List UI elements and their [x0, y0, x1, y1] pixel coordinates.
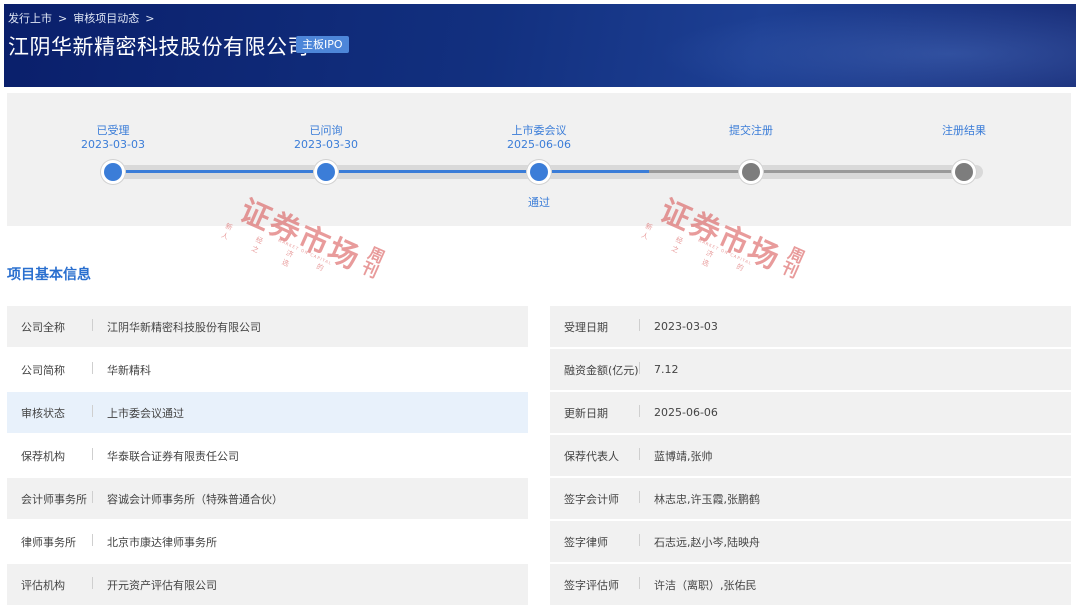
info-value: 林志忠,许玉霞,张鹏鹤	[654, 492, 760, 506]
info-row-sponsor: 保荐机构 华泰联合证券有限责任公司	[7, 435, 528, 476]
info-key: 保荐代表人	[550, 447, 640, 464]
info-value: 蓝博靖,张帅	[654, 449, 713, 463]
info-key: 受理日期	[550, 318, 640, 335]
info-row-financing-amount: 融资金额(亿元) 7.12	[550, 349, 1071, 390]
step-done-icon	[317, 163, 335, 181]
step-date-accepted: 2023-03-03	[81, 138, 145, 151]
info-value: 2025-06-06	[654, 406, 718, 419]
info-key: 签字会计师	[550, 490, 640, 507]
page-header: 发行上市 > 审核项目动态 > 江阴华新精密科技股份有限公司 主板IPO	[4, 4, 1076, 87]
info-key: 签字律师	[550, 533, 640, 550]
info-value: 北京市康达律师事务所	[107, 535, 217, 549]
info-value: 华新精科	[107, 363, 151, 377]
step-done-icon	[530, 163, 548, 181]
info-key: 更新日期	[550, 404, 640, 421]
info-row-sponsor-representatives: 保荐代表人 蓝博靖,张帅	[550, 435, 1071, 476]
info-value: 许洁（离职）,张佑民	[654, 578, 757, 592]
step-node-accepted	[100, 159, 126, 185]
info-row-review-status: 审核状态 上市委会议通过	[7, 392, 528, 433]
progress-track-pending	[649, 170, 965, 173]
progress-track-completed	[113, 170, 649, 173]
step-label-registration-result: 注册结果	[942, 124, 986, 137]
step-date-listing-committee: 2025-06-06	[507, 138, 571, 151]
watermark-side-text: 周刊	[357, 242, 388, 280]
step-done-icon	[104, 163, 122, 181]
info-row-accept-date: 受理日期 2023-03-03	[550, 306, 1071, 347]
info-key: 融资金额(亿元)	[550, 361, 640, 378]
info-value: 华泰联合证券有限责任公司	[107, 449, 239, 463]
info-value: 上市委会议通过	[107, 406, 184, 420]
info-key: 评估机构	[7, 576, 93, 593]
breadcrumb-item-listing[interactable]: 发行上市	[8, 10, 52, 26]
info-row-law-firm: 律师事务所 北京市康达律师事务所	[7, 521, 528, 562]
info-key: 公司全称	[7, 318, 93, 335]
step-result-listing-committee: 通过	[528, 196, 550, 209]
step-node-registration-result	[951, 159, 977, 185]
step-label-submit-registration: 提交注册	[729, 124, 773, 137]
breadcrumb-separator-icon: >	[58, 11, 68, 25]
info-value: 开元资产评估有限公司	[107, 578, 217, 592]
watermark-tiny-text: MARKET ON CAPITAL	[277, 237, 333, 266]
info-value: 2023-03-03	[654, 320, 718, 333]
step-label-listing-committee: 上市委会议	[511, 124, 567, 137]
info-key: 签字评估师	[550, 576, 640, 593]
breadcrumb-item-review-dynamics[interactable]: 审核项目动态	[73, 10, 139, 26]
info-row-update-date: 更新日期 2025-06-06	[550, 392, 1071, 433]
info-row-accounting-firm: 会计师事务所 容诚会计师事务所（特殊普通合伙）	[7, 478, 528, 519]
info-key: 会计师事务所	[7, 490, 93, 507]
step-label-inquired: 已问询	[309, 124, 343, 137]
info-key: 审核状态	[7, 404, 93, 421]
section-title: 项目基本信息	[7, 267, 91, 283]
breadcrumb: 发行上市 > 审核项目动态 >	[8, 10, 154, 26]
info-row-company-full-name: 公司全称 江阴华新精密科技股份有限公司	[7, 306, 528, 347]
info-value: 石志远,赵小岑,陆映舟	[654, 535, 760, 549]
info-row-signing-lawyers: 签字律师 石志远,赵小岑,陆映舟	[550, 521, 1071, 562]
info-row-appraisal-firm: 评估机构 开元资产评估有限公司	[7, 564, 528, 605]
step-label-accepted: 已受理	[96, 124, 130, 137]
info-row-signing-accountants: 签字会计师 林志忠,许玉霞,张鹏鹤	[550, 478, 1071, 519]
step-date-inquired: 2023-03-30	[294, 138, 358, 151]
ipo-type-badge: 主板IPO	[296, 36, 349, 53]
review-progress-panel: 已受理 2023-03-03 已问询 2023-03-30 上市委会议 2025…	[7, 93, 1071, 226]
info-value: 7.12	[654, 363, 679, 376]
breadcrumb-separator-icon: >	[145, 11, 155, 25]
info-key: 公司简称	[7, 361, 93, 378]
info-key: 保荐机构	[7, 447, 93, 464]
step-pending-icon	[742, 163, 760, 181]
header-glow-decoration	[656, 4, 1076, 87]
info-value: 江阴华新精密科技股份有限公司	[107, 320, 261, 334]
info-key: 律师事务所	[7, 533, 93, 550]
step-node-inquired	[313, 159, 339, 185]
step-pending-icon	[955, 163, 973, 181]
watermark-tiny-text: MARKET ON CAPITAL	[697, 237, 753, 266]
watermark-sub-text: 新 经 济 的 人 之 选	[219, 222, 336, 278]
info-value: 容诚会计师事务所（特殊普通合伙）	[107, 492, 283, 506]
watermark-side-text: 周刊	[777, 242, 808, 280]
watermark-sub-text: 新 经 济 的 人 之 选	[639, 222, 756, 278]
page-title: 江阴华新精密科技股份有限公司	[8, 35, 309, 59]
info-row-signing-appraisers: 签字评估师 许洁（离职）,张佑民	[550, 564, 1071, 605]
step-node-listing-committee	[526, 159, 552, 185]
info-row-company-short-name: 公司简称 华新精科	[7, 349, 528, 390]
step-node-submit-registration	[738, 159, 764, 185]
